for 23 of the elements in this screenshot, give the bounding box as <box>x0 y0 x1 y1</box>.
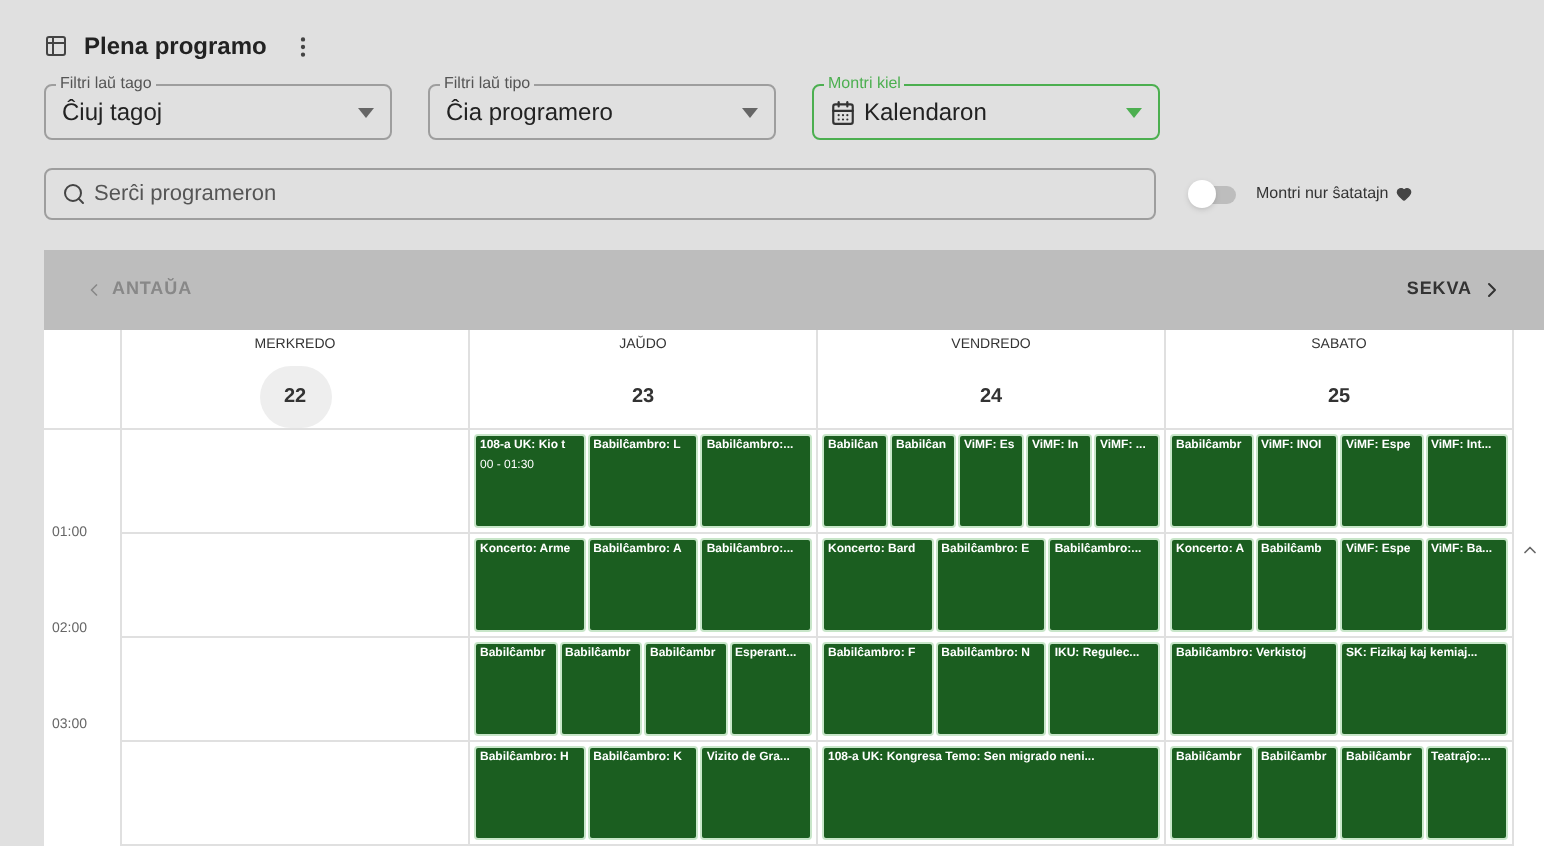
field-label: Montri kiel <box>824 74 905 94</box>
search-field[interactable]: Serĉi programeron <box>44 168 1156 220</box>
caret-icon <box>1126 107 1142 117</box>
next-button[interactable]: SEKVA <box>1406 276 1504 304</box>
caret-icon <box>742 107 758 117</box>
day-date[interactable]: 23 <box>607 365 679 428</box>
toggle-switch[interactable] <box>1192 185 1236 203</box>
day-date[interactable]: 22 <box>259 365 331 428</box>
page-title: Plena programo <box>84 30 267 64</box>
search-input[interactable]: Serĉi programeron <box>94 177 1138 211</box>
table-icon <box>44 34 68 58</box>
search-icon <box>62 182 86 206</box>
calendar-icon <box>830 99 856 125</box>
field-value: Ĉiuj tagoj <box>62 96 165 130</box>
field-value: Ĉia programero <box>446 96 615 130</box>
toggle-label: Montri nur ŝatatajn <box>1256 182 1389 206</box>
field-value: Kalendaron <box>864 96 989 130</box>
day-date[interactable]: 25 <box>1303 365 1375 428</box>
field-label: Filtri laŭ tago <box>56 74 156 94</box>
day-date[interactable]: 24 <box>955 365 1027 428</box>
caret-icon <box>358 107 374 117</box>
heart-icon <box>1396 186 1413 202</box>
field-label: Filtri laŭ tipo <box>440 74 535 94</box>
